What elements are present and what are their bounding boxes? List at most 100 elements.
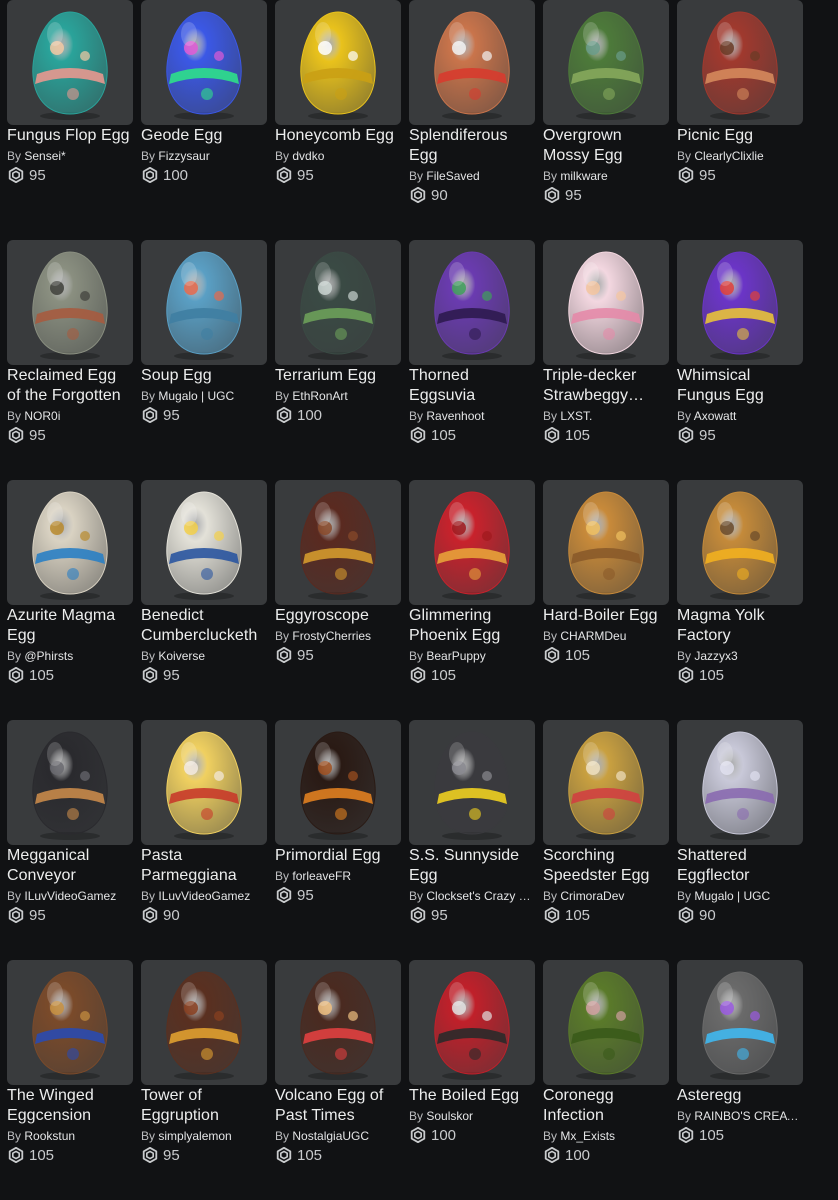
creator-link[interactable]: Sensei*	[24, 149, 65, 163]
catalog-item-card[interactable]: Reclaimed Egg of the Forgotten By NOR0i …	[7, 240, 133, 480]
item-thumbnail[interactable]	[543, 240, 669, 365]
item-name[interactable]: The Winged Eggcension	[7, 1086, 133, 1126]
creator-link[interactable]: CrimoraDev	[560, 889, 624, 903]
item-name[interactable]: Asteregg	[677, 1086, 803, 1106]
creator-link[interactable]: Mugalo | UGC	[158, 389, 234, 403]
creator-link[interactable]: FrostyCherries	[292, 629, 371, 643]
catalog-item-card[interactable]: Azurite Magma Egg By @Phirsts 105	[7, 480, 133, 720]
item-name[interactable]: Overgrown Mossy Egg	[543, 126, 669, 166]
catalog-item-card[interactable]: Triple-decker Strawbeggy Cake By LXST. 1…	[543, 240, 669, 480]
catalog-item-card[interactable]: Thorned Eggsuvia By Ravenhoot 105	[409, 240, 535, 480]
creator-link[interactable]: CHARMDeu	[560, 629, 626, 643]
item-thumbnail[interactable]	[409, 720, 535, 845]
item-thumbnail[interactable]	[141, 480, 267, 605]
item-thumbnail[interactable]	[677, 240, 803, 365]
creator-link[interactable]: EthRonArt	[292, 389, 347, 403]
creator-link[interactable]: LXST.	[560, 409, 592, 423]
catalog-item-card[interactable]: S.S. Sunnyside Egg By Clockset's Crazy C…	[409, 720, 535, 960]
catalog-item-card[interactable]: Primordial Egg By forleaveFR 95	[275, 720, 401, 960]
item-thumbnail[interactable]	[7, 720, 133, 845]
item-name[interactable]: Scorching Speedster Egg	[543, 846, 669, 886]
catalog-item-card[interactable]: Asteregg By RAINBO'S CREATIONS 105	[677, 960, 803, 1200]
catalog-item-card[interactable]: Coronegg Infection By Mx_Exists 100	[543, 960, 669, 1200]
item-thumbnail[interactable]	[7, 240, 133, 365]
creator-link[interactable]: Koiverse	[158, 649, 205, 663]
item-name[interactable]: S.S. Sunnyside Egg	[409, 846, 535, 886]
creator-link[interactable]: Axowatt	[694, 409, 737, 423]
item-name[interactable]: Megganical Conveyor	[7, 846, 133, 886]
creator-link[interactable]: ILuvVideoGamez	[158, 889, 250, 903]
item-thumbnail[interactable]	[409, 0, 535, 125]
item-thumbnail[interactable]	[543, 720, 669, 845]
item-name[interactable]: Terrarium Egg	[275, 366, 401, 386]
catalog-item-card[interactable]: The Winged Eggcension By Rookstun 105	[7, 960, 133, 1200]
item-name[interactable]: Soup Egg	[141, 366, 267, 386]
item-name[interactable]: Triple-decker Strawbeggy Cake	[543, 366, 669, 406]
catalog-item-card[interactable]: Picnic Egg By ClearlyClixlie 95	[677, 0, 803, 240]
creator-link[interactable]: ClearlyClixlie	[694, 149, 763, 163]
item-name[interactable]: The Boiled Egg	[409, 1086, 535, 1106]
item-thumbnail[interactable]	[409, 960, 535, 1085]
item-name[interactable]: Picnic Egg	[677, 126, 803, 146]
catalog-item-card[interactable]: Tower of Eggruption By simplyalemon 95	[141, 960, 267, 1200]
catalog-item-card[interactable]: Geode Egg By Fizzysaur 100	[141, 0, 267, 240]
item-name[interactable]: Azurite Magma Egg	[7, 606, 133, 646]
catalog-item-card[interactable]: Magma Yolk Factory By Jazzyx3 105	[677, 480, 803, 720]
catalog-item-card[interactable]: Scorching Speedster Egg By CrimoraDev 10…	[543, 720, 669, 960]
catalog-item-card[interactable]: Soup Egg By Mugalo | UGC 95	[141, 240, 267, 480]
catalog-item-card[interactable]: Benedict Cumberclucketh By Koiverse 95	[141, 480, 267, 720]
creator-link[interactable]: BearPuppy	[426, 649, 485, 663]
item-name[interactable]: Coronegg Infection	[543, 1086, 669, 1126]
item-thumbnail[interactable]	[141, 240, 267, 365]
catalog-item-card[interactable]: Overgrown Mossy Egg By milkware 95	[543, 0, 669, 240]
item-name[interactable]: Splendiferous Egg	[409, 126, 535, 166]
item-thumbnail[interactable]	[409, 240, 535, 365]
item-thumbnail[interactable]	[275, 480, 401, 605]
item-thumbnail[interactable]	[409, 480, 535, 605]
item-thumbnail[interactable]	[677, 480, 803, 605]
item-thumbnail[interactable]	[677, 960, 803, 1085]
item-thumbnail[interactable]	[543, 0, 669, 125]
creator-link[interactable]: dvdko	[292, 149, 324, 163]
creator-link[interactable]: Mugalo | UGC	[694, 889, 770, 903]
item-thumbnail[interactable]	[275, 240, 401, 365]
creator-link[interactable]: Mx_Exists	[560, 1129, 615, 1143]
item-thumbnail[interactable]	[275, 720, 401, 845]
creator-link[interactable]: Fizzysaur	[158, 149, 209, 163]
creator-link[interactable]: milkware	[560, 169, 607, 183]
item-name[interactable]: Reclaimed Egg of the Forgotten	[7, 366, 133, 406]
page-scroll-track[interactable]	[828, 0, 838, 1183]
catalog-item-card[interactable]: Terrarium Egg By EthRonArt 100	[275, 240, 401, 480]
item-name[interactable]: Shattered Eggflector	[677, 846, 803, 886]
item-thumbnail[interactable]	[543, 960, 669, 1085]
creator-link[interactable]: Soulskor	[426, 1109, 473, 1123]
creator-link[interactable]: simplyalemon	[158, 1129, 231, 1143]
item-name[interactable]: Whimsical Fungus Egg	[677, 366, 803, 406]
item-thumbnail[interactable]	[677, 720, 803, 845]
item-thumbnail[interactable]	[543, 480, 669, 605]
item-thumbnail[interactable]	[7, 960, 133, 1085]
catalog-item-card[interactable]: Hard-Boiler Egg By CHARMDeu 105	[543, 480, 669, 720]
catalog-item-card[interactable]: Volcano Egg of Past Times By NostalgiaUG…	[275, 960, 401, 1200]
creator-link[interactable]: RAINBO'S CREATIONS	[694, 1109, 803, 1123]
catalog-item-card[interactable]: Whimsical Fungus Egg By Axowatt 95	[677, 240, 803, 480]
creator-link[interactable]: Clockset's Crazy Cre	[426, 889, 535, 903]
creator-link[interactable]: NOR0i	[24, 409, 60, 423]
catalog-item-card[interactable]: Fungus Flop Egg By Sensei* 95	[7, 0, 133, 240]
catalog-item-card[interactable]: Glimmering Phoenix Egg By BearPuppy 105	[409, 480, 535, 720]
item-name[interactable]: Volcano Egg of Past Times	[275, 1086, 401, 1126]
item-name[interactable]: Magma Yolk Factory	[677, 606, 803, 646]
catalog-item-card[interactable]: The Boiled Egg By Soulskor 100	[409, 960, 535, 1200]
catalog-item-card[interactable]: Shattered Eggflector By Mugalo | UGC 90	[677, 720, 803, 960]
item-name[interactable]: Glimmering Phoenix Egg	[409, 606, 535, 646]
item-name[interactable]: Benedict Cumberclucketh	[141, 606, 267, 646]
catalog-item-card[interactable]: Splendiferous Egg By FileSaved 90	[409, 0, 535, 240]
item-name[interactable]: Eggyroscope	[275, 606, 401, 626]
creator-link[interactable]: forleaveFR	[292, 869, 351, 883]
item-name[interactable]: Thorned Eggsuvia	[409, 366, 535, 406]
item-name[interactable]: Tower of Eggruption	[141, 1086, 267, 1126]
creator-link[interactable]: Ravenhoot	[426, 409, 484, 423]
item-name[interactable]: Fungus Flop Egg	[7, 126, 133, 146]
item-thumbnail[interactable]	[141, 720, 267, 845]
item-thumbnail[interactable]	[275, 960, 401, 1085]
